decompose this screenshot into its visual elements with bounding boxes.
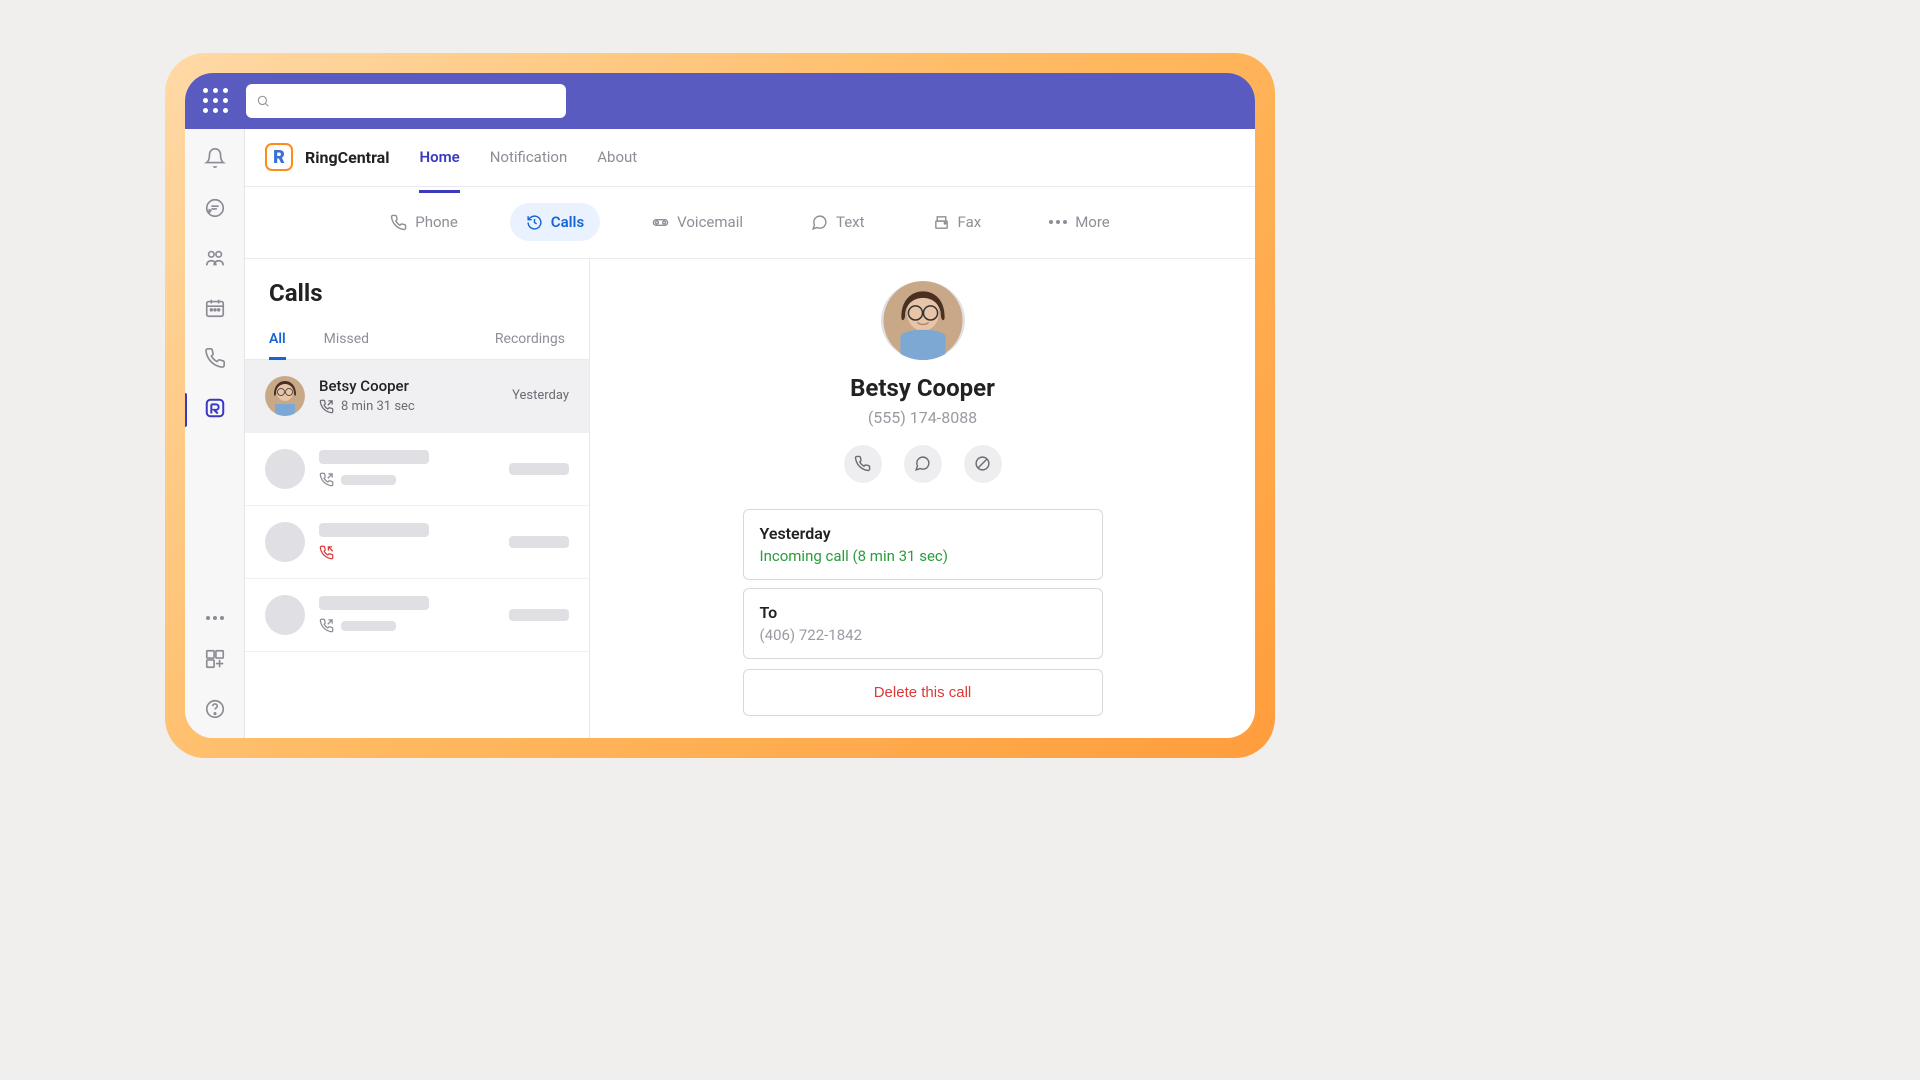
text-icon (811, 214, 828, 231)
split-view: Calls All Missed Recordings (245, 259, 1255, 738)
tab-notification[interactable]: Notification (490, 140, 568, 174)
subnav-fax[interactable]: Fax (917, 203, 998, 241)
call-info-card: Yesterday Incoming call (8 min 31 sec) (743, 509, 1103, 580)
subnav-fax-label: Fax (958, 213, 982, 231)
call-detail: Betsy Cooper (555) 174-8088 (590, 259, 1255, 738)
tab-about[interactable]: About (597, 140, 637, 174)
search-box[interactable] (246, 84, 566, 118)
tab-home[interactable]: Home (419, 140, 459, 174)
search-icon (256, 94, 270, 108)
avatar-placeholder (265, 449, 305, 489)
phone-icon (390, 214, 407, 231)
action-row (844, 445, 1002, 483)
calls-title: Calls (269, 279, 565, 307)
outgoing-call-icon (319, 472, 334, 487)
call-item-time: Yesterday (512, 388, 569, 403)
call-item-placeholder[interactable] (245, 433, 589, 506)
ringcentral-app-icon-wrap[interactable] (204, 397, 226, 423)
brand-row: R RingCentral Home Notification About (245, 129, 1255, 187)
call-item[interactable]: Betsy Cooper 8 min 31 sec Yesterday (245, 360, 589, 433)
filter-tabs: All Missed Recordings (245, 315, 589, 360)
card-direction-duration: Incoming call (8 min 31 sec) (760, 547, 1086, 565)
message-button[interactable] (904, 445, 942, 483)
detail-avatar (881, 281, 965, 360)
bell-icon[interactable] (204, 147, 226, 169)
left-rail (185, 129, 245, 738)
sub-nav: Phone Calls Voicemail Text (245, 187, 1255, 259)
contacts-icon[interactable] (204, 247, 226, 269)
call-item-name: Betsy Cooper (319, 377, 498, 395)
card-to-label: To (760, 603, 1086, 622)
ringcentral-app-icon (204, 397, 226, 419)
filter-all[interactable]: All (269, 331, 286, 359)
search-input[interactable] (278, 93, 556, 109)
avatar-placeholder (265, 595, 305, 635)
app-grid-icon[interactable] (203, 88, 228, 113)
brand-logo: R (265, 143, 293, 171)
missed-call-icon (319, 545, 334, 560)
avatar-placeholder (265, 522, 305, 562)
filter-missed[interactable]: Missed (324, 331, 369, 359)
call-to-card: To (406) 722-1842 (743, 588, 1103, 659)
subnav-calls[interactable]: Calls (510, 203, 600, 241)
phone-icon[interactable] (204, 347, 226, 369)
history-icon (526, 214, 543, 231)
block-icon (974, 455, 991, 472)
subnav-calls-label: Calls (551, 213, 584, 231)
call-item-duration: 8 min 31 sec (341, 399, 415, 414)
subnav-phone[interactable]: Phone (374, 203, 474, 241)
call-item-placeholder[interactable] (245, 579, 589, 652)
delete-call-button[interactable]: Delete this call (743, 669, 1103, 716)
device-frame: R RingCentral Home Notification About Ph… (165, 53, 1275, 758)
call-list: Calls All Missed Recordings (245, 259, 590, 738)
subnav-more-label: More (1075, 213, 1110, 231)
calendar-icon[interactable] (204, 297, 226, 319)
call-item-placeholder[interactable] (245, 506, 589, 579)
avatar (265, 376, 305, 416)
fax-icon (933, 214, 950, 231)
app-window: R RingCentral Home Notification About Ph… (185, 73, 1255, 738)
help-icon[interactable] (204, 698, 226, 720)
chat-icon[interactable] (204, 197, 226, 219)
subnav-more[interactable]: More (1033, 203, 1126, 241)
phone-icon (854, 455, 871, 472)
apps-icon[interactable] (204, 648, 226, 670)
brand-name: RingCentral (305, 148, 389, 167)
filter-recordings[interactable]: Recordings (495, 331, 565, 359)
content-column: R RingCentral Home Notification About Ph… (245, 129, 1255, 738)
outgoing-call-icon (319, 399, 334, 414)
voicemail-icon (652, 214, 669, 231)
card-to-number: (406) 722-1842 (760, 626, 1086, 644)
subnav-text[interactable]: Text (795, 203, 881, 241)
detail-phone: (555) 174-8088 (868, 408, 977, 427)
card-when: Yesterday (760, 524, 1086, 543)
subnav-text-label: Text (836, 213, 865, 231)
subnav-phone-label: Phone (415, 213, 458, 231)
message-icon (914, 455, 931, 472)
call-button[interactable] (844, 445, 882, 483)
main-area: R RingCentral Home Notification About Ph… (185, 129, 1255, 738)
more-options-icon[interactable] (206, 616, 224, 620)
top-bar (185, 73, 1255, 129)
outgoing-call-icon (319, 618, 334, 633)
subnav-voicemail[interactable]: Voicemail (636, 203, 759, 241)
more-dots-icon (1049, 220, 1067, 224)
block-button[interactable] (964, 445, 1002, 483)
subnav-voicemail-label: Voicemail (677, 213, 743, 231)
detail-name: Betsy Cooper (850, 374, 995, 402)
